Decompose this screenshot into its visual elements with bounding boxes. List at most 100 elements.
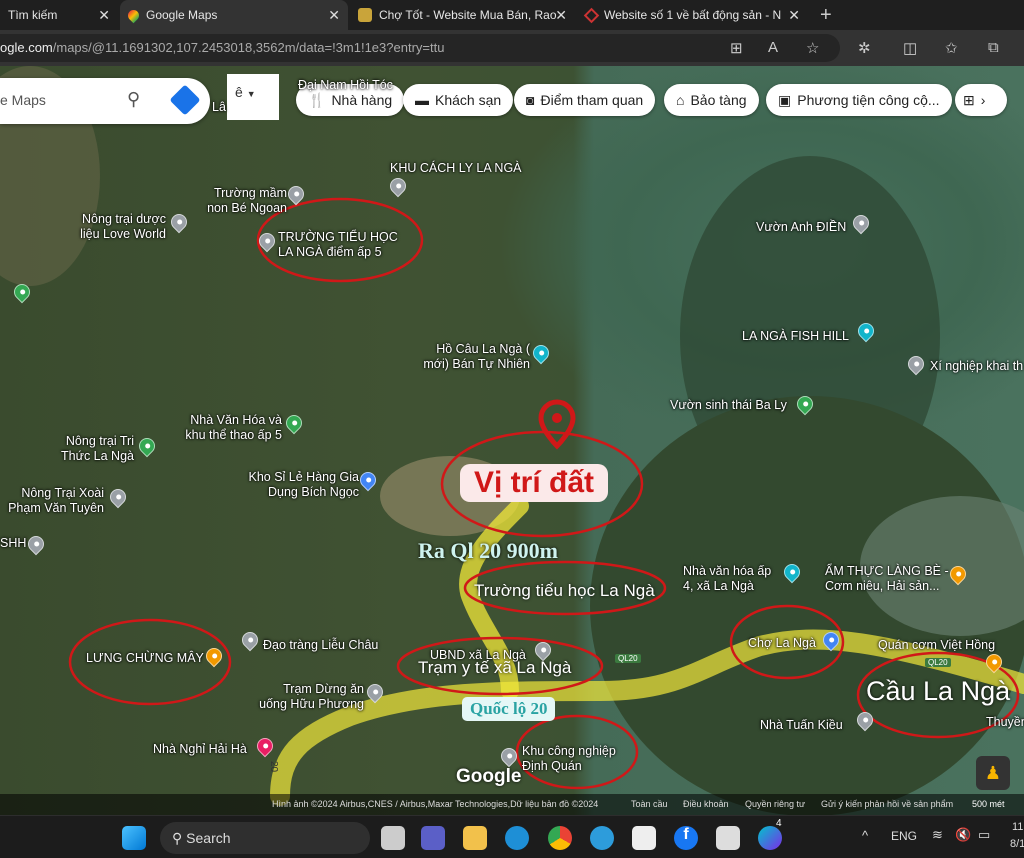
maps-search-box[interactable]: e Maps ⚲ bbox=[0, 78, 210, 124]
canva-badge: 4 bbox=[776, 818, 782, 829]
place-label[interactable]: ẨM THỰC LÀNG BÈ - Cơm niêu, Hải sản... bbox=[825, 564, 950, 594]
canva-icon[interactable] bbox=[758, 826, 782, 850]
url-path: /maps/@11.1691302,107.2453018,3562m/data… bbox=[52, 40, 445, 55]
chip-transit[interactable]: ▣ Phương tiện công cộ... bbox=[766, 84, 952, 116]
place-label[interactable]: Xí nghiệp khai th bbox=[930, 359, 1023, 374]
place-label[interactable]: Nông Trại Xoài Phạm Văn Tuyên bbox=[4, 486, 104, 516]
favorites-icon[interactable]: ✩ bbox=[945, 39, 958, 57]
app-available-icon[interactable]: ⊞ bbox=[730, 39, 743, 57]
facebook-icon[interactable]: f bbox=[674, 826, 698, 850]
edge-icon[interactable] bbox=[505, 826, 529, 850]
place-label[interactable]: Đạo tràng Liễu Châu bbox=[263, 638, 378, 653]
place-label[interactable]: Trường mầm non Bé Ngoan bbox=[202, 186, 287, 216]
chip-label: Bảo tàng bbox=[690, 92, 747, 108]
place-label[interactable]: LƯNG CHỪNG MÂY bbox=[86, 651, 204, 666]
road-shield: QL20 bbox=[615, 654, 641, 663]
chip-label: Nhà hàng bbox=[331, 92, 393, 108]
place-label[interactable]: Vườn sinh thái Ba Ly bbox=[670, 398, 787, 413]
place-label[interactable]: Trạm Dừng ăn uống Hữu Phương bbox=[254, 682, 364, 712]
place-label[interactable]: Khu công nghiệp Định Quán bbox=[522, 744, 622, 774]
clock-time[interactable]: 11 bbox=[1012, 821, 1023, 833]
snipping-tool-icon[interactable] bbox=[716, 826, 740, 850]
favorite-star-icon[interactable]: ☆ bbox=[806, 39, 819, 57]
terms-link[interactable]: Điều khoản bbox=[683, 794, 729, 815]
chotot-icon bbox=[358, 8, 372, 22]
windows-taskbar: ⚲ Search f 4 ^ ENG ≋ 🔇 ▭ 11 8/1 bbox=[0, 815, 1024, 858]
global-link[interactable]: Toàn cầu bbox=[631, 794, 668, 815]
place-label[interactable]: Nông trại Tri Thức La Ngà bbox=[54, 434, 134, 464]
tab-search[interactable]: Tìm kiếm ✕ bbox=[0, 0, 118, 30]
map-footer: Hình ảnh ©2024 Airbus,CNES / Airbus,Maxa… bbox=[0, 794, 1024, 815]
place-label[interactable]: SHH bbox=[0, 536, 26, 551]
clinic-annotation: Trạm y tế xã La Ngà bbox=[418, 658, 572, 677]
google-logo: Google bbox=[456, 766, 522, 787]
url-field[interactable]: ogle.com/maps/@11.1691302,107.2453018,35… bbox=[0, 34, 840, 62]
clock-date[interactable]: 8/1 bbox=[1010, 838, 1024, 850]
place-label[interactable]: Nông trại dược liệu Love World bbox=[74, 212, 166, 242]
chip-museums[interactable]: ⌂ Bảo tàng bbox=[664, 84, 759, 116]
place-label[interactable]: Thuyền bbox=[986, 715, 1024, 730]
chevron-down-icon: ▼ bbox=[246, 89, 256, 99]
wifi-icon[interactable]: ≋ bbox=[932, 827, 943, 843]
language-indicator[interactable]: ENG bbox=[891, 829, 917, 843]
location-pin-icon bbox=[538, 399, 576, 450]
new-tab-button[interactable]: + bbox=[812, 0, 842, 30]
collections-icon[interactable]: ⧉ bbox=[988, 39, 999, 56]
battery-icon[interactable]: ▭ bbox=[978, 827, 990, 843]
chevron-up-icon[interactable]: ^ bbox=[862, 828, 868, 843]
pharmacy-icon: ⊞ bbox=[963, 91, 975, 108]
satellite-map[interactable]: e Maps ⚲ ê ▼ 🍴 Nhà hàng ▬ Khách sạn ◙ Điểm … bbox=[0, 66, 1024, 815]
directions-icon[interactable] bbox=[169, 84, 201, 116]
tab-google-maps[interactable]: Google Maps ✕ bbox=[120, 0, 348, 30]
chip-hotels[interactable]: ▬ Khách sạn bbox=[403, 84, 514, 116]
privacy-link[interactable]: Quyền riêng tư bbox=[745, 794, 805, 815]
batdongsan-icon bbox=[583, 7, 600, 23]
chips-next-button[interactable]: ⊞ › bbox=[955, 84, 1007, 116]
close-icon[interactable]: ✕ bbox=[788, 7, 800, 24]
taskbar-search[interactable]: ⚲ Search bbox=[160, 822, 370, 854]
place-label[interactable]: LA NGÀ FISH HILL bbox=[742, 329, 849, 344]
close-icon[interactable]: ✕ bbox=[98, 7, 110, 24]
google-maps-icon bbox=[125, 7, 142, 23]
split-screen-icon[interactable]: ◫ bbox=[903, 39, 917, 57]
place-label[interactable]: Nhà văn hóa ấp 4, xã La Ngà bbox=[683, 564, 783, 594]
vi-tri-dat-label: Vị trí đất bbox=[460, 464, 609, 502]
place-label[interactable]: Đại Nam Hồi Tóc bbox=[298, 78, 393, 93]
teams-icon[interactable] bbox=[421, 826, 445, 850]
chip-attractions[interactable]: ◙ Điểm tham quan bbox=[514, 84, 656, 116]
chip-label: Khách sạn bbox=[435, 92, 502, 108]
layer-toggle[interactable]: ê ▼ bbox=[227, 74, 279, 120]
chrome-icon[interactable] bbox=[548, 826, 572, 850]
volume-muted-icon[interactable]: 🔇 bbox=[955, 827, 971, 843]
read-aloud-icon[interactable]: A bbox=[768, 39, 778, 56]
scale-bar[interactable]: 500 mét bbox=[972, 794, 1005, 815]
search-icon[interactable]: ⚲ bbox=[127, 89, 140, 110]
help-icon[interactable] bbox=[590, 826, 614, 850]
place-label[interactable]: TRƯỜNG TIỂU HỌC LA NGÀ điểm ấp 5 bbox=[278, 230, 408, 260]
place-label[interactable]: Lâ bbox=[212, 100, 226, 115]
close-icon[interactable]: ✕ bbox=[328, 7, 340, 24]
tab-bat-dong-san[interactable]: Website số 1 về bất động sản - N ✕ bbox=[578, 0, 808, 30]
place-label[interactable]: Quán cơm Việt Hồng bbox=[878, 638, 995, 653]
place-label[interactable]: Hồ Câu La Ngà ( mới) Bán Tự Nhiên bbox=[420, 342, 530, 372]
place-label[interactable]: Vườn Anh ĐIỀN bbox=[756, 220, 846, 235]
place-label[interactable]: Nhà Tuấn Kiều bbox=[760, 718, 843, 733]
microsoft-store-icon[interactable] bbox=[632, 826, 656, 850]
file-explorer-icon[interactable] bbox=[463, 826, 487, 850]
school-annotation: Trường tiểu học La Ngà bbox=[474, 581, 655, 600]
chip-label: Điểm tham quan bbox=[540, 92, 644, 108]
tab-cho-tot[interactable]: Chợ Tốt - Website Mua Bán, Rao ✕ bbox=[350, 0, 575, 30]
chevron-right-icon: › bbox=[980, 92, 986, 108]
feedback-link[interactable]: Gửi ý kiến phản hồi về sản phẩm bbox=[821, 794, 953, 815]
url-domain: ogle.com bbox=[0, 40, 53, 55]
place-label[interactable]: Nhà Văn Hóa và khu thể thao ấp 5 bbox=[170, 413, 282, 443]
close-icon[interactable]: ✕ bbox=[555, 7, 567, 24]
pegman-icon[interactable]: ♟ bbox=[976, 756, 1010, 790]
place-label[interactable]: Nhà Nghỉ Hải Hà bbox=[153, 742, 247, 757]
place-label[interactable]: KHU CÁCH LY LA NGÀ bbox=[390, 161, 522, 176]
place-label[interactable]: Kho Sỉ Lẻ Hàng Gia Dụng Bích Ngọc bbox=[224, 470, 360, 500]
extensions-icon[interactable]: ✲ bbox=[858, 39, 871, 57]
place-label[interactable]: Chợ La Ngà bbox=[748, 636, 816, 651]
windows-start-icon[interactable] bbox=[122, 826, 146, 850]
task-view-icon[interactable] bbox=[381, 826, 405, 850]
